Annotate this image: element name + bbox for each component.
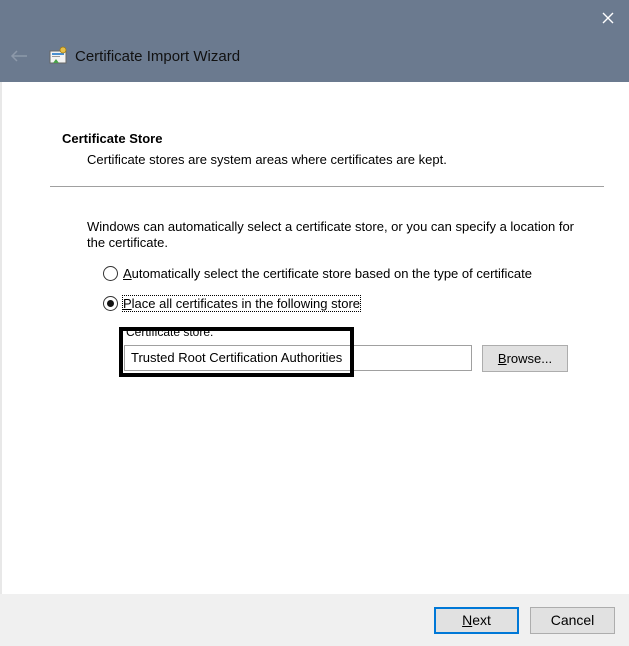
- page-subtitle: Certificate stores are system areas wher…: [87, 152, 447, 167]
- radio-button-selected[interactable]: [103, 296, 118, 311]
- page-title: Certificate Store: [62, 131, 163, 146]
- back-arrow-icon[interactable]: [9, 48, 29, 64]
- divider: [50, 186, 604, 187]
- next-button[interactable]: Next: [434, 607, 519, 634]
- radio-auto-label[interactable]: Automatically select the certificate sto…: [123, 266, 532, 281]
- radio-place-in-store[interactable]: Place all certificates in the following …: [103, 295, 362, 312]
- certificate-store-field[interactable]: Trusted Root Certification Authorities: [124, 345, 472, 371]
- store-label: Certificate store:: [126, 325, 214, 339]
- close-icon[interactable]: [598, 8, 618, 28]
- title-bar: Certificate Import Wizard: [0, 0, 629, 82]
- window-border: [0, 82, 2, 646]
- certificate-icon: [49, 46, 67, 64]
- cancel-button[interactable]: Cancel: [530, 607, 615, 634]
- radio-place-label[interactable]: Place all certificates in the following …: [121, 295, 362, 312]
- radio-button[interactable]: [103, 266, 118, 281]
- window-title: Certificate Import Wizard: [75, 48, 241, 65]
- description-text: Windows can automatically select a certi…: [87, 219, 574, 250]
- radio-auto-select[interactable]: Automatically select the certificate sto…: [103, 266, 532, 281]
- browse-button[interactable]: Browse...: [482, 345, 568, 372]
